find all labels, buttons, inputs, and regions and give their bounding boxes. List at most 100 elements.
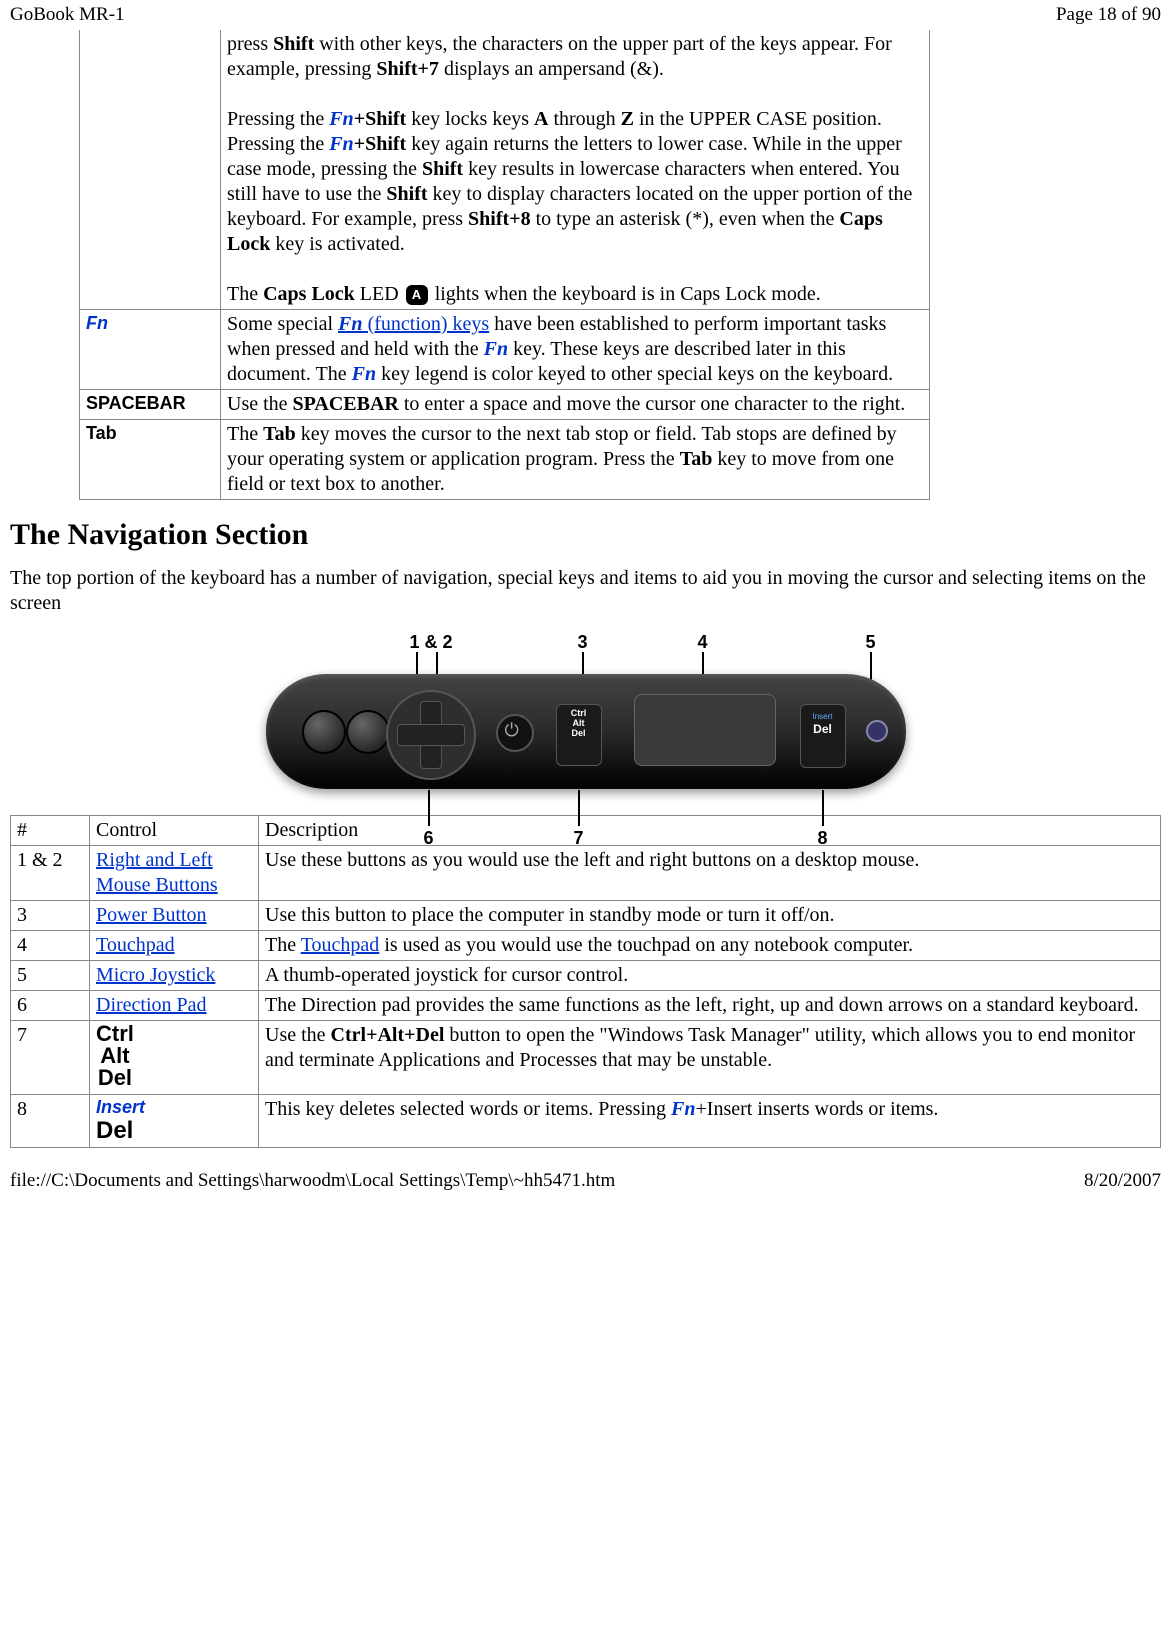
row-ctrl: Power Button [90,901,259,931]
row-desc: Use the Ctrl+Alt+Del button to open the … [259,1021,1161,1095]
direction-pad [386,690,476,780]
text: The [227,283,263,305]
text: Use the [265,1024,331,1046]
text: press [227,33,273,55]
page-footer: file://C:\Documents and Settings\harwood… [10,1170,1161,1192]
row-ctrl: Touchpad [90,931,259,961]
mouse-buttons-link[interactable]: Right and Left Mouse Buttons [96,849,218,896]
navigation-intro: The top portion of the keyboard has a nu… [10,566,1159,616]
fn-function-keys-link[interactable]: Fn (function) keys [338,313,489,335]
ctrl-alt-del: Ctrl+Alt+Del [331,1024,445,1046]
label-1-2: 1 & 2 [410,632,453,653]
label-5: 5 [866,632,876,653]
row-desc: The Touchpad is used as you would use th… [259,931,1161,961]
text: Pressing the [227,108,329,130]
row-num: 4 [11,931,90,961]
text: LED [355,283,404,305]
row-ctrl: Ctrl Alt Del [90,1021,259,1095]
text: key is activated. [270,233,404,255]
row-num: 1 & 2 [11,846,90,901]
label-6: 6 [424,828,434,849]
shift: Shift [386,183,427,205]
col-control: Control [90,816,259,846]
row-ctrl: Right and Left Mouse Buttons [90,846,259,901]
text: (function) keys [363,313,490,335]
row-ctrl: Micro Joystick [90,961,259,991]
text: +Insert inserts words or items. [696,1098,939,1120]
ctrl-alt-del-button: CtrlAltDel [556,704,602,766]
spacebar-desc: Use the SPACEBAR to enter a space and mo… [221,390,930,420]
tab: Tab [680,448,713,470]
row-desc: Use this button to place the computer in… [259,901,1161,931]
text: The [265,934,301,956]
row-num: 3 [11,901,90,931]
insert-del-key-icon: Insert Del [96,1097,145,1143]
text: This key deletes selected words or items… [265,1098,671,1120]
fn: Fn [329,133,353,155]
label-4: 4 [698,632,708,653]
fn: Fn [671,1098,695,1120]
col-description: Description [259,816,1161,846]
page-number: Page 18 of 90 [1056,4,1161,26]
callout-line [428,790,430,826]
power-button-icon [496,714,534,752]
text: to type an asterisk (*), even when the [531,208,840,230]
key-a: A [534,108,548,130]
special-keys-table: press Shift with other keys, the charact… [79,30,930,500]
row-desc: This key deletes selected words or items… [259,1095,1161,1148]
callout-line [578,790,580,826]
row-num: 8 [11,1095,90,1148]
fn: Fn [329,108,353,130]
key-z: Z [621,108,634,130]
device-body: CtrlAltDel InsertDel [266,674,906,789]
text: Use the [227,393,293,415]
micro-joystick [866,720,888,742]
power-button-link[interactable]: Power Button [96,904,207,926]
del: Del [96,1117,133,1144]
caps-lock-led-icon [406,285,428,305]
shift: Shift [273,33,314,55]
touchpad-inline-link[interactable]: Touchpad [301,934,380,956]
del: Del [98,1065,132,1090]
spacebar: SPACEBAR [293,393,399,415]
footer-date: 8/20/2007 [1084,1170,1161,1192]
doc-title: GoBook MR-1 [10,4,125,26]
row-num: 6 [11,991,90,1021]
plus-shift: +Shift [354,108,407,130]
label-8: 8 [818,828,828,849]
touchpad [634,694,776,766]
row-num: 7 [11,1021,90,1095]
label-7: 7 [574,828,584,849]
col-number: # [11,816,90,846]
navigation-section-heading: The Navigation Section [10,518,1161,552]
fn-key-desc: Some special Fn (function) keys have bee… [221,310,930,390]
row-num: 5 [11,961,90,991]
row-desc: The Direction pad provides the same func… [259,991,1161,1021]
fn-key-label: Fn [80,310,221,390]
row-ctrl: Direction Pad [90,991,259,1021]
label-3: 3 [578,632,588,653]
text: key locks keys [406,108,534,130]
fn-label: Fn [86,313,108,333]
tab: Tab [263,423,296,445]
micro-joystick-link[interactable]: Micro Joystick [96,964,215,986]
fn: Fn [338,313,362,335]
callout-line [822,790,824,826]
shift: Shift [422,158,463,180]
row-desc: Use these buttons as you would use the l… [259,846,1161,901]
touchpad-link[interactable]: Touchpad [96,934,175,956]
direction-pad-link[interactable]: Direction Pad [96,994,207,1016]
text: through [548,108,620,130]
text: key legend is color keyed to other speci… [376,363,893,385]
navigation-diagram: 1 & 2 3 4 5 CtrlAltDel InsertDel 6 7 8 [10,632,1161,795]
tab-desc: The Tab key moves the cursor to the next… [221,420,930,500]
spacebar-label: SPACEBAR [80,390,221,420]
left-mouse-button [302,710,346,754]
shift-8: Shift+8 [468,208,531,230]
row-ctrl: Insert Del [90,1095,259,1148]
row-desc: A thumb-operated joystick for cursor con… [259,961,1161,991]
tab-label: Tab [80,420,221,500]
file-path: file://C:\Documents and Settings\harwood… [10,1170,615,1192]
insert-del-button: InsertDel [800,704,846,768]
shift-key-label [80,30,221,310]
